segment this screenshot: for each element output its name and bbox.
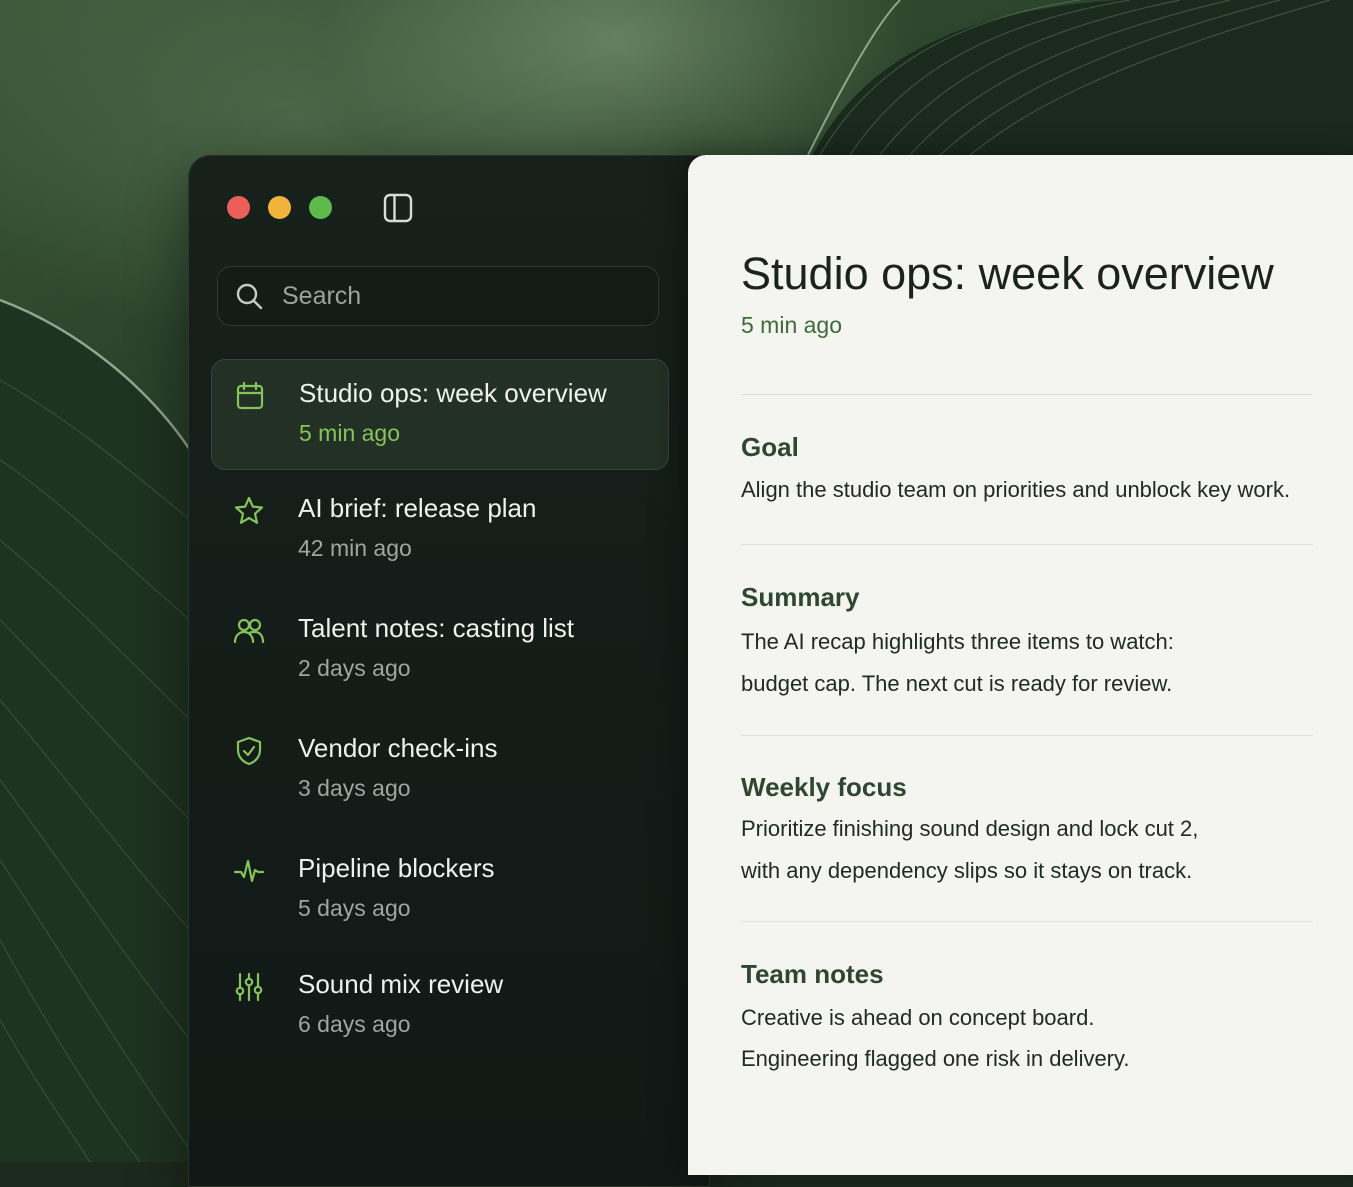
activity-icon <box>233 859 265 883</box>
list-item-time: 3 days ago <box>298 775 411 801</box>
divider <box>741 735 1313 736</box>
section-title-summary: Summary <box>741 582 860 612</box>
section-text-goal: Align the studio team on priorities and … <box>741 477 1291 502</box>
list-item-talent-notes[interactable]: Talent notes: casting list 2 days ago <box>211 595 669 715</box>
note-timestamp: 5 min ago <box>741 312 843 338</box>
search-input[interactable] <box>280 280 624 312</box>
list-item-time: 2 days ago <box>298 655 411 681</box>
list-item-title: Vendor check-ins <box>298 733 498 763</box>
divider <box>741 921 1313 922</box>
section-text-team-notes-line1: Creative is ahead on concept board. <box>741 1005 1095 1030</box>
list-item-time: 42 min ago <box>298 535 412 561</box>
star-icon <box>234 496 264 524</box>
sliders-icon <box>235 972 263 1002</box>
list-item-title: Studio ops: week overview <box>299 378 607 408</box>
list-item-time: 5 days ago <box>298 895 411 921</box>
list-item-pipeline-blockers[interactable]: Pipeline blockers 5 days ago <box>211 835 669 951</box>
list-item-title: AI brief: release plan <box>298 493 537 523</box>
list-item-studio-ops[interactable]: Studio ops: week overview 5 min ago <box>211 359 669 470</box>
shield-check-icon <box>236 736 262 766</box>
section-text-weekly-focus-line1: Prioritize finishing sound design and lo… <box>741 816 1199 841</box>
section-text-team-notes-line2: Engineering flagged one risk in delivery… <box>741 1046 1130 1071</box>
section-text-weekly-focus-line2: with any dependency slips so it stays on… <box>741 858 1193 883</box>
divider <box>741 394 1313 395</box>
section-title-goal: Goal <box>741 432 799 462</box>
section-text-summary-line1: The AI recap highlights three items to w… <box>741 629 1174 654</box>
sidebar-toggle-icon[interactable] <box>383 193 413 223</box>
calendar-icon <box>236 381 264 410</box>
app-window-sidebar: Studio ops: week overview 5 min ago AI b… <box>188 155 710 1187</box>
section-text-summary-line2: budget cap. The next cut is ready for re… <box>741 671 1173 696</box>
page-title: Studio ops: week overview <box>741 248 1274 299</box>
minimize-window-button[interactable] <box>268 196 291 219</box>
list-item-time: 5 min ago <box>299 420 401 446</box>
search-icon <box>236 283 263 310</box>
list-item-title: Sound mix review <box>298 969 504 999</box>
close-window-button[interactable] <box>227 196 250 219</box>
list-item-time: 6 days ago <box>298 1011 411 1037</box>
zoom-window-button[interactable] <box>309 196 332 219</box>
section-title-team-notes: Team notes <box>741 959 884 989</box>
list-item-vendor-check-ins[interactable]: Vendor check-ins 3 days ago <box>211 715 669 835</box>
note-list: Studio ops: week overview 5 min ago AI b… <box>211 359 669 1071</box>
divider <box>741 544 1313 545</box>
users-icon <box>233 618 265 644</box>
list-item-sound-mix-review[interactable]: Sound mix review 6 days ago <box>211 951 669 1071</box>
list-item-title: Talent notes: casting list <box>298 613 575 643</box>
list-item-ai-brief[interactable]: AI brief: release plan 42 min ago <box>211 475 669 595</box>
search-field[interactable] <box>217 266 659 326</box>
section-title-weekly-focus: Weekly focus <box>741 772 907 802</box>
note-detail-pane: Studio ops: week overview 5 min ago Goal… <box>688 155 1353 1175</box>
window-controls <box>227 196 332 219</box>
list-item-title: Pipeline blockers <box>298 853 495 883</box>
